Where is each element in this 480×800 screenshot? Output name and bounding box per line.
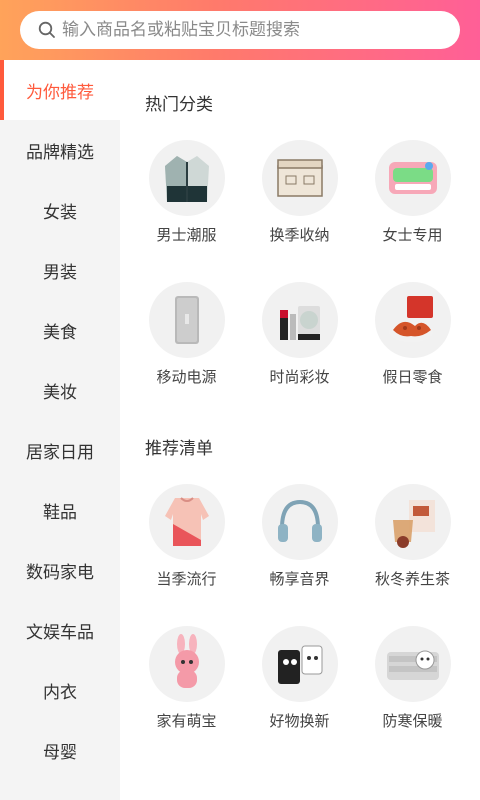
recommend-label: 当季流行: [156, 570, 217, 588]
category-label: 女士专用: [382, 226, 443, 244]
sidebar-item-underwear[interactable]: 内衣: [0, 660, 120, 720]
hot-category-grid: 男士潮服 换季收纳 女士专用 移动电源 时尚彩妆 假日零食: [120, 140, 480, 424]
sidebar-item-recommend[interactable]: 为你推荐: [0, 60, 120, 120]
sweater-icon: [148, 484, 225, 560]
electric-blanket-icon: [374, 626, 451, 702]
sidebar-item-beauty[interactable]: 美妆: [0, 360, 120, 420]
recommend-label: 秋冬养生茶: [374, 570, 450, 588]
category-item[interactable]: 移动电源: [130, 282, 243, 424]
sidebar-item-men[interactable]: 男装: [0, 240, 120, 300]
sidebar-item-label: 男装: [43, 262, 77, 283]
sidebar-item-label: 品牌精选: [26, 142, 94, 163]
cup-icon: [261, 626, 338, 702]
section-title-hot: 热门分类: [145, 95, 213, 115]
category-label: 假日零食: [382, 368, 443, 386]
bunny-toy-icon: [148, 626, 225, 702]
category-sidebar: 为你推荐 品牌精选 女装 男装 美食 美妆 居家日用 鞋品 数码家电 文娱车品 …: [0, 60, 120, 800]
sidebar-item-women[interactable]: 女装: [0, 180, 120, 240]
recommend-item[interactable]: 防寒保暖: [356, 626, 469, 768]
category-content: 热门分类 男士潮服 换季收纳 女士专用 移动电源 时尚彩妆 假日零食 推荐清单 …: [120, 60, 480, 800]
lipstick-icon: [261, 282, 338, 358]
power-bank-icon: [148, 282, 225, 358]
recommend-item[interactable]: 家有萌宝: [130, 626, 243, 768]
category-label: 男士潮服: [156, 226, 217, 244]
category-label: 移动电源: [156, 368, 217, 386]
recommend-item[interactable]: 畅享音界: [243, 484, 356, 626]
tea-icon: [374, 484, 451, 560]
category-item[interactable]: 女士专用: [356, 140, 469, 282]
category-item[interactable]: 换季收纳: [243, 140, 356, 282]
sidebar-item-label: 美妆: [43, 382, 77, 403]
category-item[interactable]: 男士潮服: [130, 140, 243, 282]
sidebar-item-label: 美食: [43, 322, 77, 343]
sidebar-item-baby[interactable]: 母婴: [0, 720, 120, 780]
sidebar-item-label: 文娱车品: [26, 622, 94, 643]
sidebar-item-brand[interactable]: 品牌精选: [0, 120, 120, 180]
sidebar-item-label: 数码家电: [26, 562, 94, 583]
recommend-list-grid: 当季流行 畅享音界 秋冬养生茶 家有萌宝 好物换新 防寒保暖: [120, 484, 480, 768]
headphones-icon: [261, 484, 338, 560]
sidebar-item-food[interactable]: 美食: [0, 300, 120, 360]
sidebar-item-label: 内衣: [43, 682, 77, 703]
recommend-label: 好物换新: [269, 712, 330, 730]
sidebar-item-label: 为你推荐: [26, 82, 94, 103]
category-label: 时尚彩妆: [269, 368, 330, 386]
recommend-label: 家有萌宝: [156, 712, 217, 730]
recommend-label: 防寒保暖: [382, 712, 443, 730]
recommend-item[interactable]: 秋冬养生茶: [356, 484, 469, 626]
recommend-label: 畅享音界: [269, 570, 330, 588]
category-item[interactable]: 假日零食: [356, 282, 469, 424]
sidebar-item-home[interactable]: 居家日用: [0, 420, 120, 480]
search-icon: [38, 21, 55, 38]
recommend-item[interactable]: 好物换新: [243, 626, 356, 768]
sanitary-pad-icon: [374, 140, 451, 216]
sidebar-item-shoes[interactable]: 鞋品: [0, 480, 120, 540]
category-label: 换季收纳: [269, 226, 330, 244]
sidebar-item-digital[interactable]: 数码家电: [0, 540, 120, 600]
snack-icon: [374, 282, 451, 358]
recommend-item[interactable]: 当季流行: [130, 484, 243, 626]
sidebar-item-label: 鞋品: [43, 502, 77, 523]
category-item[interactable]: 时尚彩妆: [243, 282, 356, 424]
search-input[interactable]: [62, 20, 442, 40]
sidebar-item-label: 母婴: [43, 742, 77, 763]
storage-box-icon: [261, 140, 338, 216]
sidebar-item-label: 居家日用: [26, 442, 94, 463]
sidebar-item-label: 女装: [43, 202, 77, 223]
header-bar: [0, 0, 480, 60]
section-title-recommend: 推荐清单: [145, 439, 213, 459]
sidebar-item-entertainment[interactable]: 文娱车品: [0, 600, 120, 660]
search-box[interactable]: [20, 11, 460, 49]
jacket-icon: [148, 140, 225, 216]
